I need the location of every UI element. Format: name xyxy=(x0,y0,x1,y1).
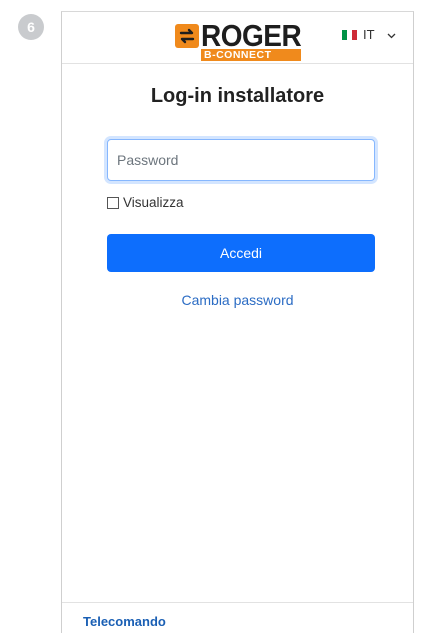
show-password-label: Visualizza xyxy=(123,195,184,210)
step-badge: 6 xyxy=(18,14,44,40)
remote-control-link[interactable]: Telecomando xyxy=(83,614,166,629)
step-number: 6 xyxy=(27,19,35,35)
checkbox-icon[interactable] xyxy=(107,196,119,209)
chevron-down-icon xyxy=(387,27,396,42)
footer: Telecomando xyxy=(62,602,413,635)
language-selector[interactable]: IT xyxy=(342,27,396,42)
login-button[interactable]: Accedi xyxy=(107,234,375,272)
password-input[interactable] xyxy=(107,139,375,181)
logo-main-text: ROGER xyxy=(201,18,302,53)
roger-logo: ROGER B-CONNECT xyxy=(175,18,302,61)
change-password-link[interactable]: Cambia password xyxy=(62,292,413,308)
show-password-toggle[interactable]: Visualizza xyxy=(107,195,184,210)
app-header: ROGER B-CONNECT IT xyxy=(62,12,413,64)
page-title: Log-in installatore xyxy=(150,85,325,107)
app-screen: ROGER B-CONNECT IT Log-in installatore V… xyxy=(61,11,414,633)
swap-arrows-icon xyxy=(175,24,199,48)
language-code: IT xyxy=(363,27,375,42)
italy-flag-icon xyxy=(342,29,357,40)
